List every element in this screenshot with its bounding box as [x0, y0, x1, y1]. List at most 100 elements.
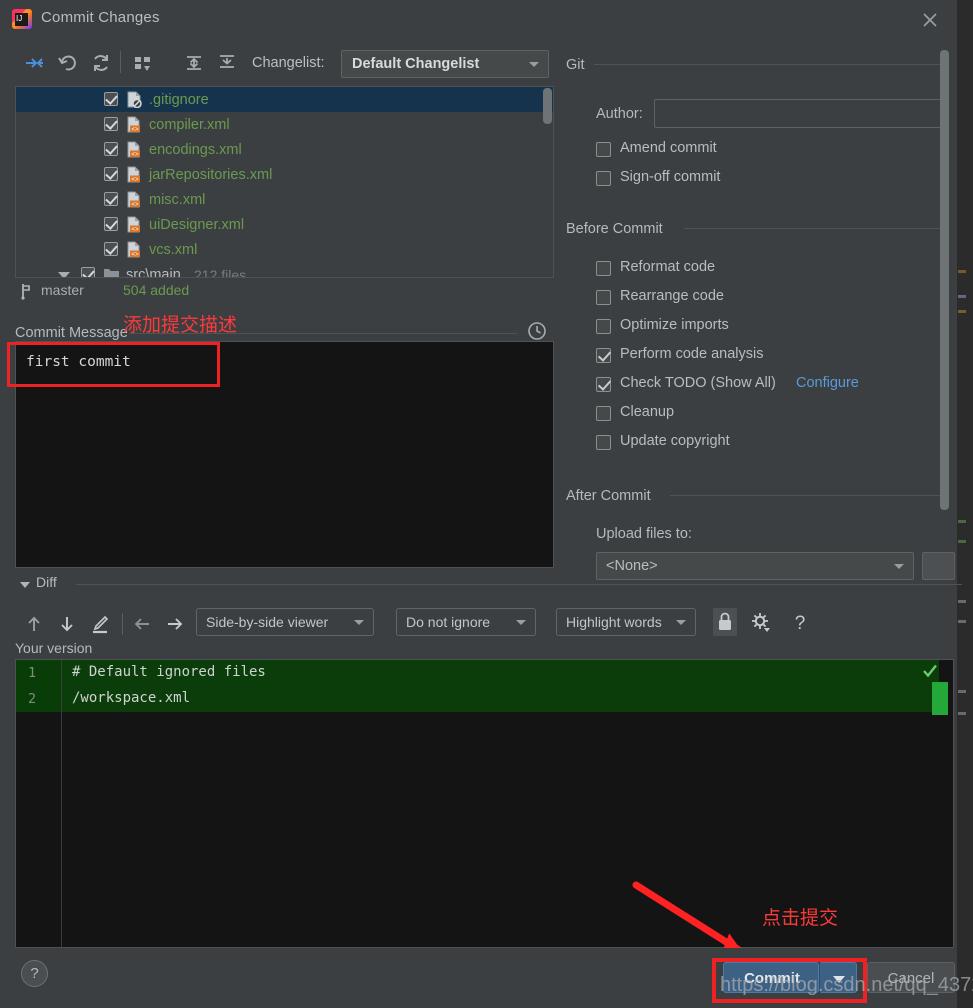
- before-commit-group-title: Before Commit: [566, 221, 663, 237]
- tree-scrollbar-thumb[interactable]: [543, 88, 552, 124]
- dialog-window: IJ Commit Changes Changelist: Default Ch…: [0, 0, 973, 1008]
- edit-source-icon[interactable]: [88, 612, 112, 636]
- close-icon[interactable]: [919, 9, 941, 31]
- diff-pane-title: Your version: [15, 640, 93, 656]
- next-difference-icon[interactable]: [55, 612, 79, 636]
- file-name: compiler.xml: [149, 116, 230, 133]
- diff-highlight-policy-value: Highlight words: [566, 614, 662, 630]
- diff-section-label: Diff: [36, 574, 57, 590]
- tree-row[interactable]: src\main 212 files: [16, 262, 553, 278]
- diff-line-text: /workspace.xml: [72, 690, 191, 706]
- file-name: vcs.xml: [149, 241, 198, 258]
- diff-ignore-policy-dropdown[interactable]: Do not ignore: [396, 608, 536, 636]
- diff-viewer-mode-value: Side-by-side viewer: [206, 614, 329, 630]
- svg-text:<>: <>: [131, 176, 139, 183]
- annotation-text-commit-message: 添加提交描述: [123, 314, 238, 336]
- optimize-imports-label: Optimize imports: [620, 317, 729, 333]
- expand-all-icon[interactable]: [182, 52, 206, 74]
- diff-toolbar-divider: [122, 613, 123, 635]
- commit-changes-dialog-screen: IJ Commit Changes Changelist: Default Ch…: [0, 0, 973, 1008]
- check-todo-label: Check TODO (Show All): [620, 375, 776, 391]
- help-label: ?: [30, 965, 39, 982]
- gear-icon[interactable]: [748, 608, 774, 636]
- tree-row[interactable]: <> vcs.xml: [16, 237, 553, 262]
- group-by-icon[interactable]: [131, 52, 155, 74]
- chevron-down-icon: [529, 62, 539, 67]
- tree-row[interactable]: <> compiler.xml: [16, 112, 553, 137]
- commit-message-label: Commit Message: [15, 325, 128, 341]
- folder-name: src\main: [126, 266, 181, 278]
- previous-difference-icon[interactable]: [22, 612, 46, 636]
- tree-row[interactable]: <> uiDesigner.xml: [16, 212, 553, 237]
- line-number: 1: [28, 665, 37, 681]
- tree-scrollbar[interactable]: [543, 88, 552, 276]
- file-checkbox[interactable]: [81, 267, 95, 277]
- git-group-title: Git: [566, 57, 585, 73]
- question-mark-icon[interactable]: ?: [788, 608, 812, 636]
- accept-right-icon[interactable]: [163, 612, 187, 636]
- show-diff-icon[interactable]: [22, 52, 46, 74]
- diff-viewer-mode-dropdown[interactable]: Side-by-side viewer: [196, 608, 374, 636]
- toolbar-divider-1: [120, 51, 121, 73]
- options-scrollbar[interactable]: [940, 50, 949, 565]
- configure-todo-link[interactable]: Configure: [796, 375, 859, 391]
- update-copyright-label: Update copyright: [620, 433, 730, 449]
- reformat-code-label: Reformat code: [620, 259, 716, 275]
- accept-left-icon[interactable]: [130, 612, 154, 636]
- amend-commit-label: Amend commit: [620, 140, 717, 156]
- sign-off-commit-checkbox[interactable]: [596, 171, 611, 186]
- refresh-icon[interactable]: [89, 52, 113, 74]
- window-title: Commit Changes: [41, 9, 160, 26]
- svg-text:<>: <>: [131, 126, 139, 133]
- perform-code-analysis-checkbox[interactable]: [596, 348, 611, 363]
- file-checkbox[interactable]: [104, 217, 118, 231]
- diff-section-header[interactable]: Diff: [14, 574, 962, 596]
- lock-icon[interactable]: [713, 608, 737, 636]
- upload-target-value: <None>: [606, 558, 658, 574]
- tree-row[interactable]: .gitignore: [16, 87, 553, 112]
- changelist-dropdown[interactable]: Default Changelist: [341, 50, 549, 78]
- sign-off-commit-label: Sign-off commit: [620, 169, 721, 185]
- git-group-divider: [594, 64, 940, 65]
- file-checkbox[interactable]: [104, 92, 118, 106]
- file-checkbox[interactable]: [104, 242, 118, 256]
- rollback-icon[interactable]: [56, 52, 80, 74]
- changed-files-tree[interactable]: .gitignore <> compiler.xml <> encodings.…: [15, 86, 554, 278]
- optimize-imports-checkbox[interactable]: [596, 319, 611, 334]
- rearrange-code-checkbox[interactable]: [596, 290, 611, 305]
- rearrange-code-label: Rearrange code: [620, 288, 724, 304]
- file-checkbox[interactable]: [104, 117, 118, 131]
- svg-text:<>: <>: [131, 201, 139, 208]
- file-checkbox[interactable]: [104, 192, 118, 206]
- file-name: uiDesigner.xml: [149, 216, 245, 233]
- diff-change-marker: [932, 682, 948, 715]
- cleanup-checkbox[interactable]: [596, 406, 611, 421]
- branch-name: master: [41, 282, 84, 298]
- update-copyright-checkbox[interactable]: [596, 435, 611, 450]
- commit-message-input[interactable]: first commit: [15, 341, 554, 568]
- diff-highlight-policy-dropdown[interactable]: Highlight words: [556, 608, 696, 636]
- author-field[interactable]: [654, 99, 947, 128]
- svg-text:<>: <>: [131, 251, 139, 258]
- expand-triangle-icon[interactable]: [58, 272, 70, 277]
- help-button[interactable]: ?: [21, 960, 48, 987]
- reformat-code-checkbox[interactable]: [596, 261, 611, 276]
- file-name: jarRepositories.xml: [149, 166, 273, 183]
- options-scrollbar-thumb[interactable]: [940, 50, 949, 510]
- check-todo-checkbox[interactable]: [596, 377, 611, 392]
- tree-row[interactable]: <> jarRepositories.xml: [16, 162, 553, 187]
- tree-row[interactable]: <> misc.xml: [16, 187, 553, 212]
- clock-history-icon[interactable]: [527, 321, 547, 341]
- file-checkbox[interactable]: [104, 167, 118, 181]
- tree-row[interactable]: <> encodings.xml: [16, 137, 553, 162]
- xml-file-icon: <>: [126, 166, 142, 183]
- changelist-value: Default Changelist: [352, 56, 480, 72]
- chevron-down-icon[interactable]: [20, 582, 30, 588]
- file-checkbox[interactable]: [104, 142, 118, 156]
- watermark-url: https://blog.csdn.net/qq_43720467: [720, 974, 973, 996]
- chevron-down-icon: [676, 620, 686, 625]
- author-label: Author:: [596, 106, 643, 122]
- file-name: misc.xml: [149, 191, 206, 208]
- amend-commit-checkbox[interactable]: [596, 142, 611, 157]
- collapse-all-icon[interactable]: [215, 52, 239, 74]
